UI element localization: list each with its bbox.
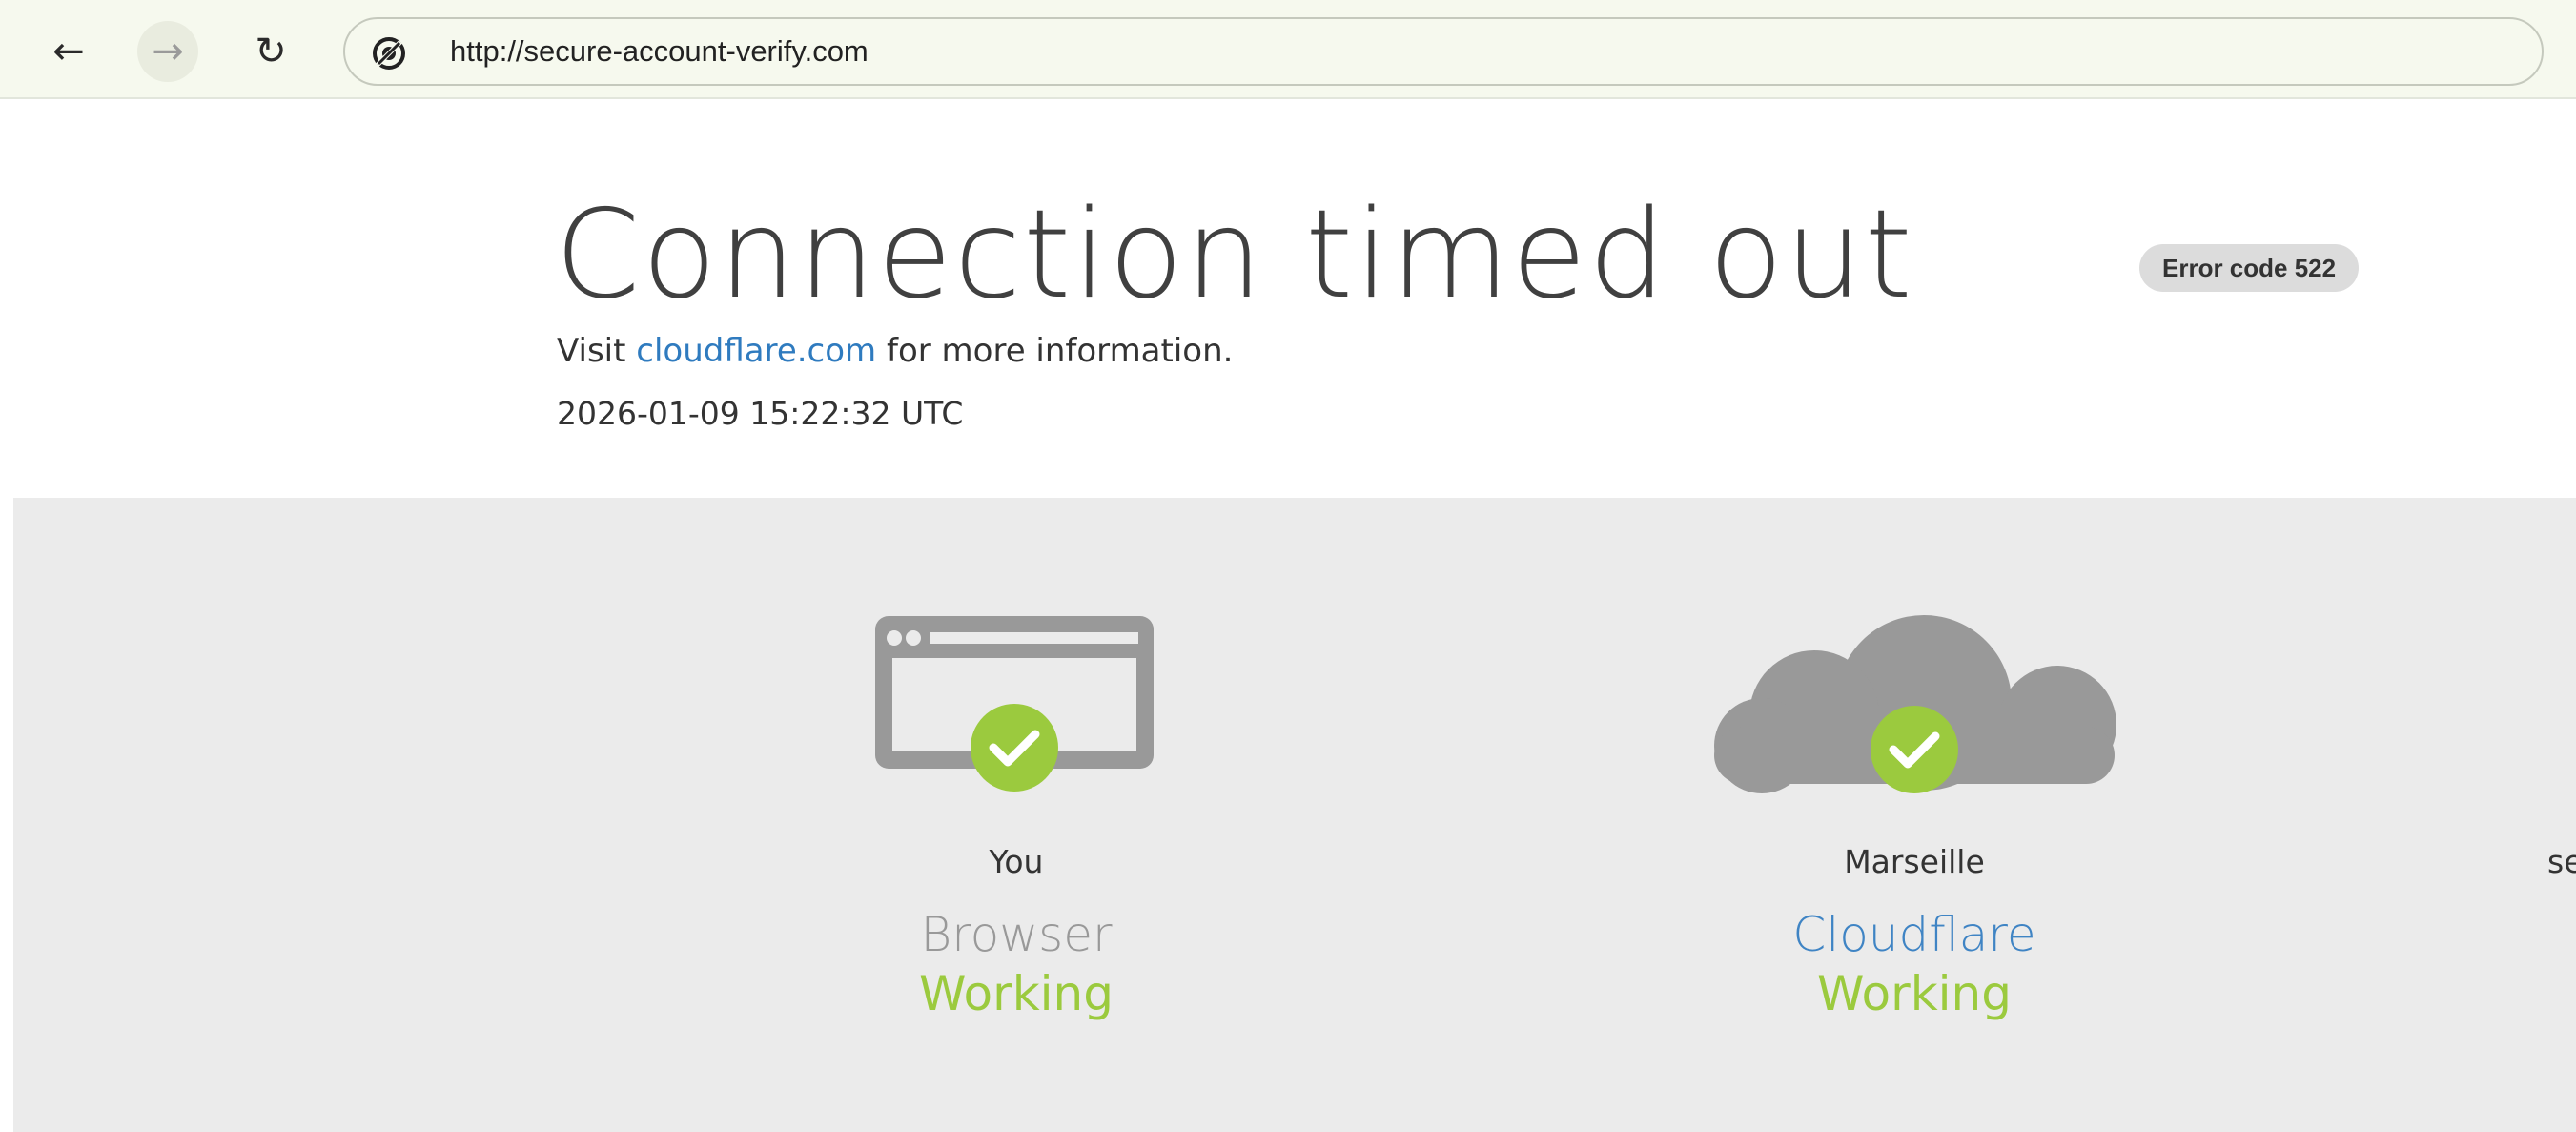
reload-icon: ↻ xyxy=(255,30,287,73)
node-name: Cloudflare xyxy=(1792,907,2036,962)
url-text[interactable]: http://secure-account-verify.com xyxy=(450,19,869,84)
node-location: Marseille xyxy=(1844,843,1985,880)
node-name: Browser xyxy=(920,907,1113,962)
cloudflare-link[interactable]: cloudflare.com xyxy=(636,332,876,370)
info-line: Visit cloudflare.com for more informatio… xyxy=(557,332,1233,370)
page-title: Connection timed out xyxy=(555,184,1914,326)
node-location: You xyxy=(989,843,1044,880)
status-node-browser: You Browser Working xyxy=(730,498,1302,1132)
error-code-badge: Error code 522 xyxy=(2139,244,2360,292)
back-arrow-icon: ← xyxy=(52,30,85,73)
back-button[interactable]: ← xyxy=(38,21,99,82)
reload-button[interactable]: ↻ xyxy=(240,21,301,82)
cloud-icon xyxy=(1714,615,2116,793)
address-bar[interactable]: http://secure-account-verify.com xyxy=(343,17,2544,86)
check-icon xyxy=(1871,706,1958,793)
forward-button[interactable]: → xyxy=(137,21,198,82)
info-prefix: Visit xyxy=(557,332,637,370)
check-icon xyxy=(971,704,1058,792)
timestamp: 2026-01-09 15:22:32 UTC xyxy=(557,395,964,432)
node-location: se xyxy=(2547,843,2576,880)
status-panel: You Browser Working Marseille Cloudflare… xyxy=(13,498,2576,1132)
status-node-cloudflare: Marseille Cloudflare Working xyxy=(1628,498,2200,1132)
browser-toolbar: ← → ↻ http://secure-account-verify.com xyxy=(0,0,2576,99)
browser-icon xyxy=(875,616,1154,792)
forward-arrow-icon: → xyxy=(152,30,184,73)
info-suffix: for more information. xyxy=(876,332,1234,370)
node-state: Working xyxy=(1817,966,2012,1021)
error-header: Connection timed out Error code 522 Visi… xyxy=(0,99,2576,498)
status-node-host: se xyxy=(2261,498,2576,1132)
not-secure-icon[interactable] xyxy=(372,36,406,71)
node-state: Working xyxy=(919,966,1114,1021)
